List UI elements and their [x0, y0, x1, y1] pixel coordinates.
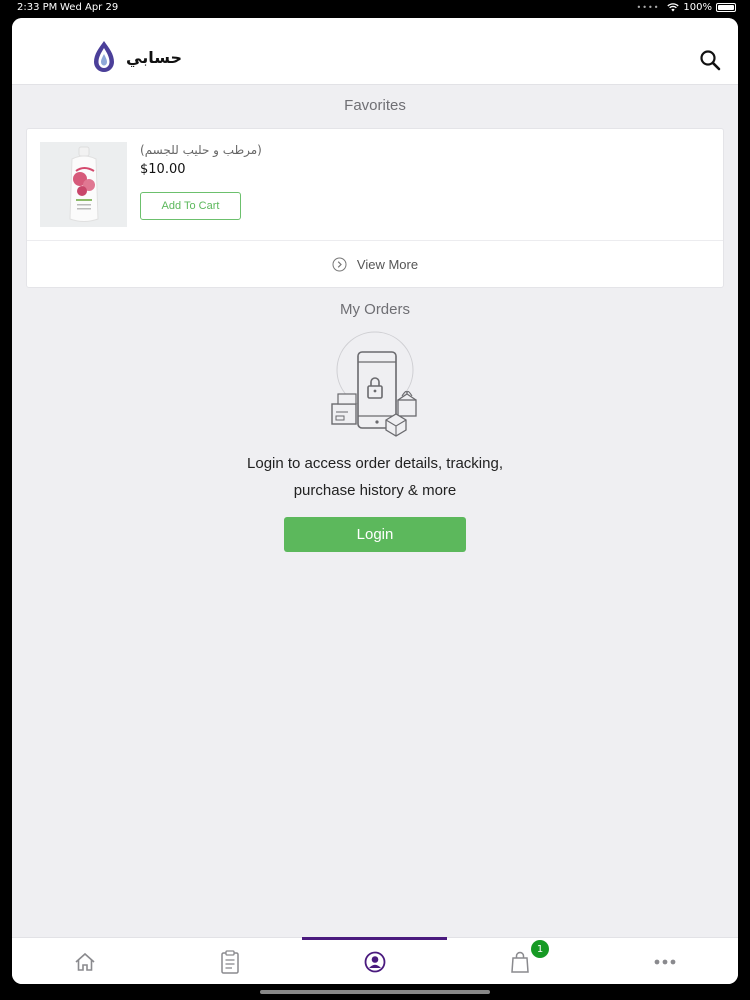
- cart-badge: 1: [531, 940, 549, 958]
- product-name[interactable]: (مرطب و حليب للجسم): [140, 143, 262, 157]
- status-bar: 2:33 PM Wed Apr 29 •••• 100%: [0, 0, 750, 18]
- status-time: 2:33 PM: [17, 2, 58, 13]
- search-icon[interactable]: [698, 48, 722, 72]
- home-indicator[interactable]: [260, 990, 490, 994]
- app-header: حسابي: [12, 18, 738, 85]
- favorite-item[interactable]: (مرطب و حليب للجسم) $10.00 Add To Cart: [27, 129, 723, 241]
- view-more-label: View More: [356, 257, 419, 272]
- favorites-title: Favorites: [344, 97, 406, 114]
- tab-account[interactable]: [302, 938, 447, 984]
- home-icon: [74, 952, 95, 971]
- tab-more[interactable]: [592, 938, 737, 984]
- wifi-icon: [667, 3, 680, 12]
- product-image[interactable]: [40, 142, 127, 227]
- more-icon: [654, 959, 675, 964]
- add-to-cart-button[interactable]: Add To Cart: [140, 192, 241, 220]
- battery-level: [718, 5, 734, 10]
- chevron-circle-icon: [332, 257, 347, 272]
- drop-logo-icon: [94, 41, 114, 72]
- login-message: Login to access order details, tracking,…: [12, 450, 738, 504]
- lotion-bottle-icon: [68, 146, 99, 222]
- tab-orders[interactable]: [157, 938, 302, 984]
- tab-cart[interactable]: 1: [447, 938, 592, 984]
- login-message-line1: Login to access order details, tracking,: [247, 455, 503, 472]
- view-more-link[interactable]: View More: [27, 241, 723, 288]
- product-price: $10.00: [140, 162, 186, 177]
- clipboard-icon: [220, 949, 239, 974]
- user-icon: [364, 951, 385, 972]
- battery-percent: 100%: [683, 2, 712, 13]
- favorites-card: (مرطب و حليب للجسم) $10.00 Add To Cart V…: [26, 128, 724, 288]
- orders-title: My Orders: [339, 301, 410, 318]
- login-message-line2: purchase history & more: [293, 482, 457, 499]
- locked-phone-illustration-icon: [331, 331, 417, 437]
- app-screen: حسابي Favorites (مرطب و حليب للجسم) $10.…: [12, 18, 738, 984]
- battery-icon: [716, 3, 736, 12]
- status-date: Wed Apr 29: [60, 2, 119, 13]
- login-button[interactable]: Login: [284, 517, 466, 552]
- tab-home[interactable]: [12, 938, 157, 984]
- multitask-dots-icon: ••••: [636, 3, 660, 12]
- status-indicators: •••• 100%: [637, 2, 736, 13]
- bag-icon: [510, 951, 529, 973]
- tab-bar: 1: [12, 937, 738, 984]
- page-title: حسابي: [126, 48, 183, 67]
